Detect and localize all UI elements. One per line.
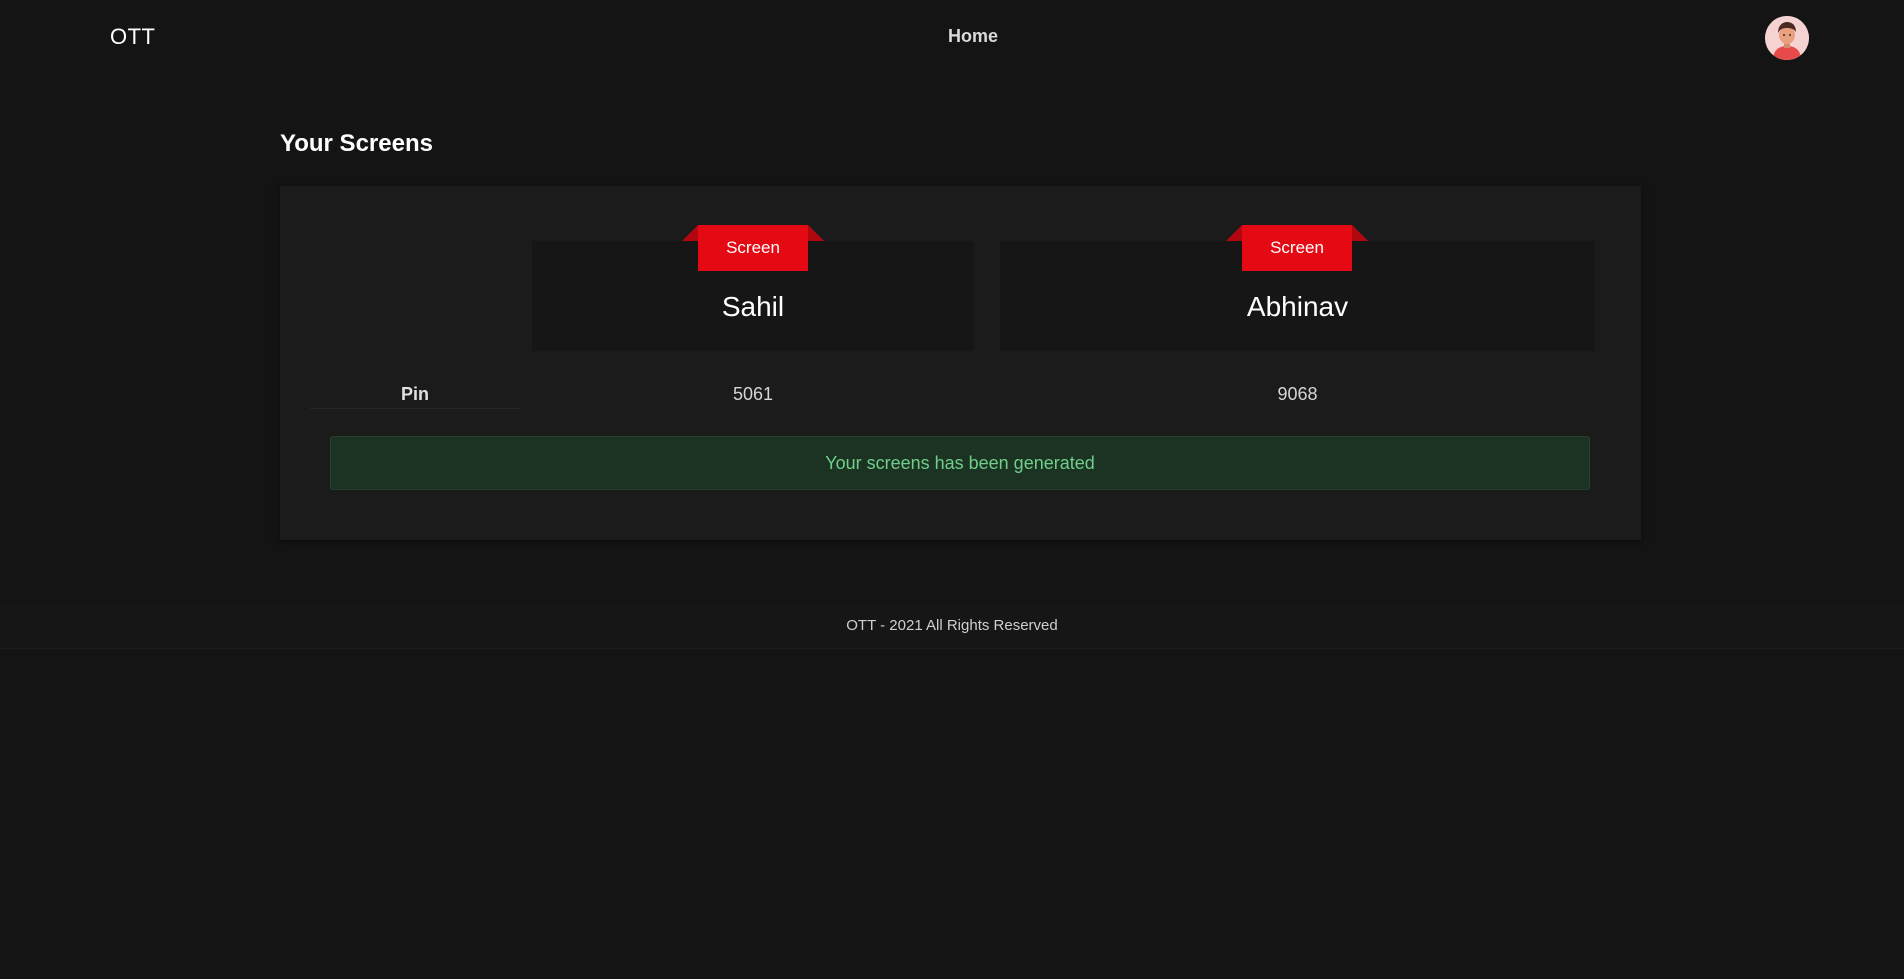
top-navbar: OTT Home	[0, 0, 1904, 74]
footer: OTT - 2021 All Rights Reserved	[0, 604, 1904, 649]
screen-card-abhinav: Screen Abhinav	[1000, 225, 1595, 351]
pin-row: Pin 5061 9068	[280, 379, 1641, 409]
screen-name: Sahil	[721, 291, 785, 322]
page-title: Your Screens	[280, 130, 433, 157]
nav-home-link[interactable]: Home	[948, 26, 998, 47]
screen-name: Abhinav	[1246, 291, 1349, 322]
pin-divider	[310, 408, 520, 409]
brand-logo-link[interactable]: OTT	[110, 24, 156, 50]
screen-ribbon: Screen	[1226, 225, 1368, 271]
avatar-illustration	[1765, 16, 1809, 60]
user-avatar-icon[interactable]	[1765, 16, 1809, 60]
screens-panel: Screen Sahil Screen Abhinav Pin 5061 906…	[280, 186, 1641, 540]
pin-label: Pin	[400, 384, 429, 404]
pin-value-sahil: 5061	[732, 384, 774, 404]
pin-value-abhinav: 9068	[1277, 384, 1318, 404]
success-alert: Your screens has been generated	[330, 436, 1590, 490]
screen-card-sahil: Screen Sahil	[532, 225, 974, 351]
screen-ribbon: Screen	[682, 225, 824, 271]
